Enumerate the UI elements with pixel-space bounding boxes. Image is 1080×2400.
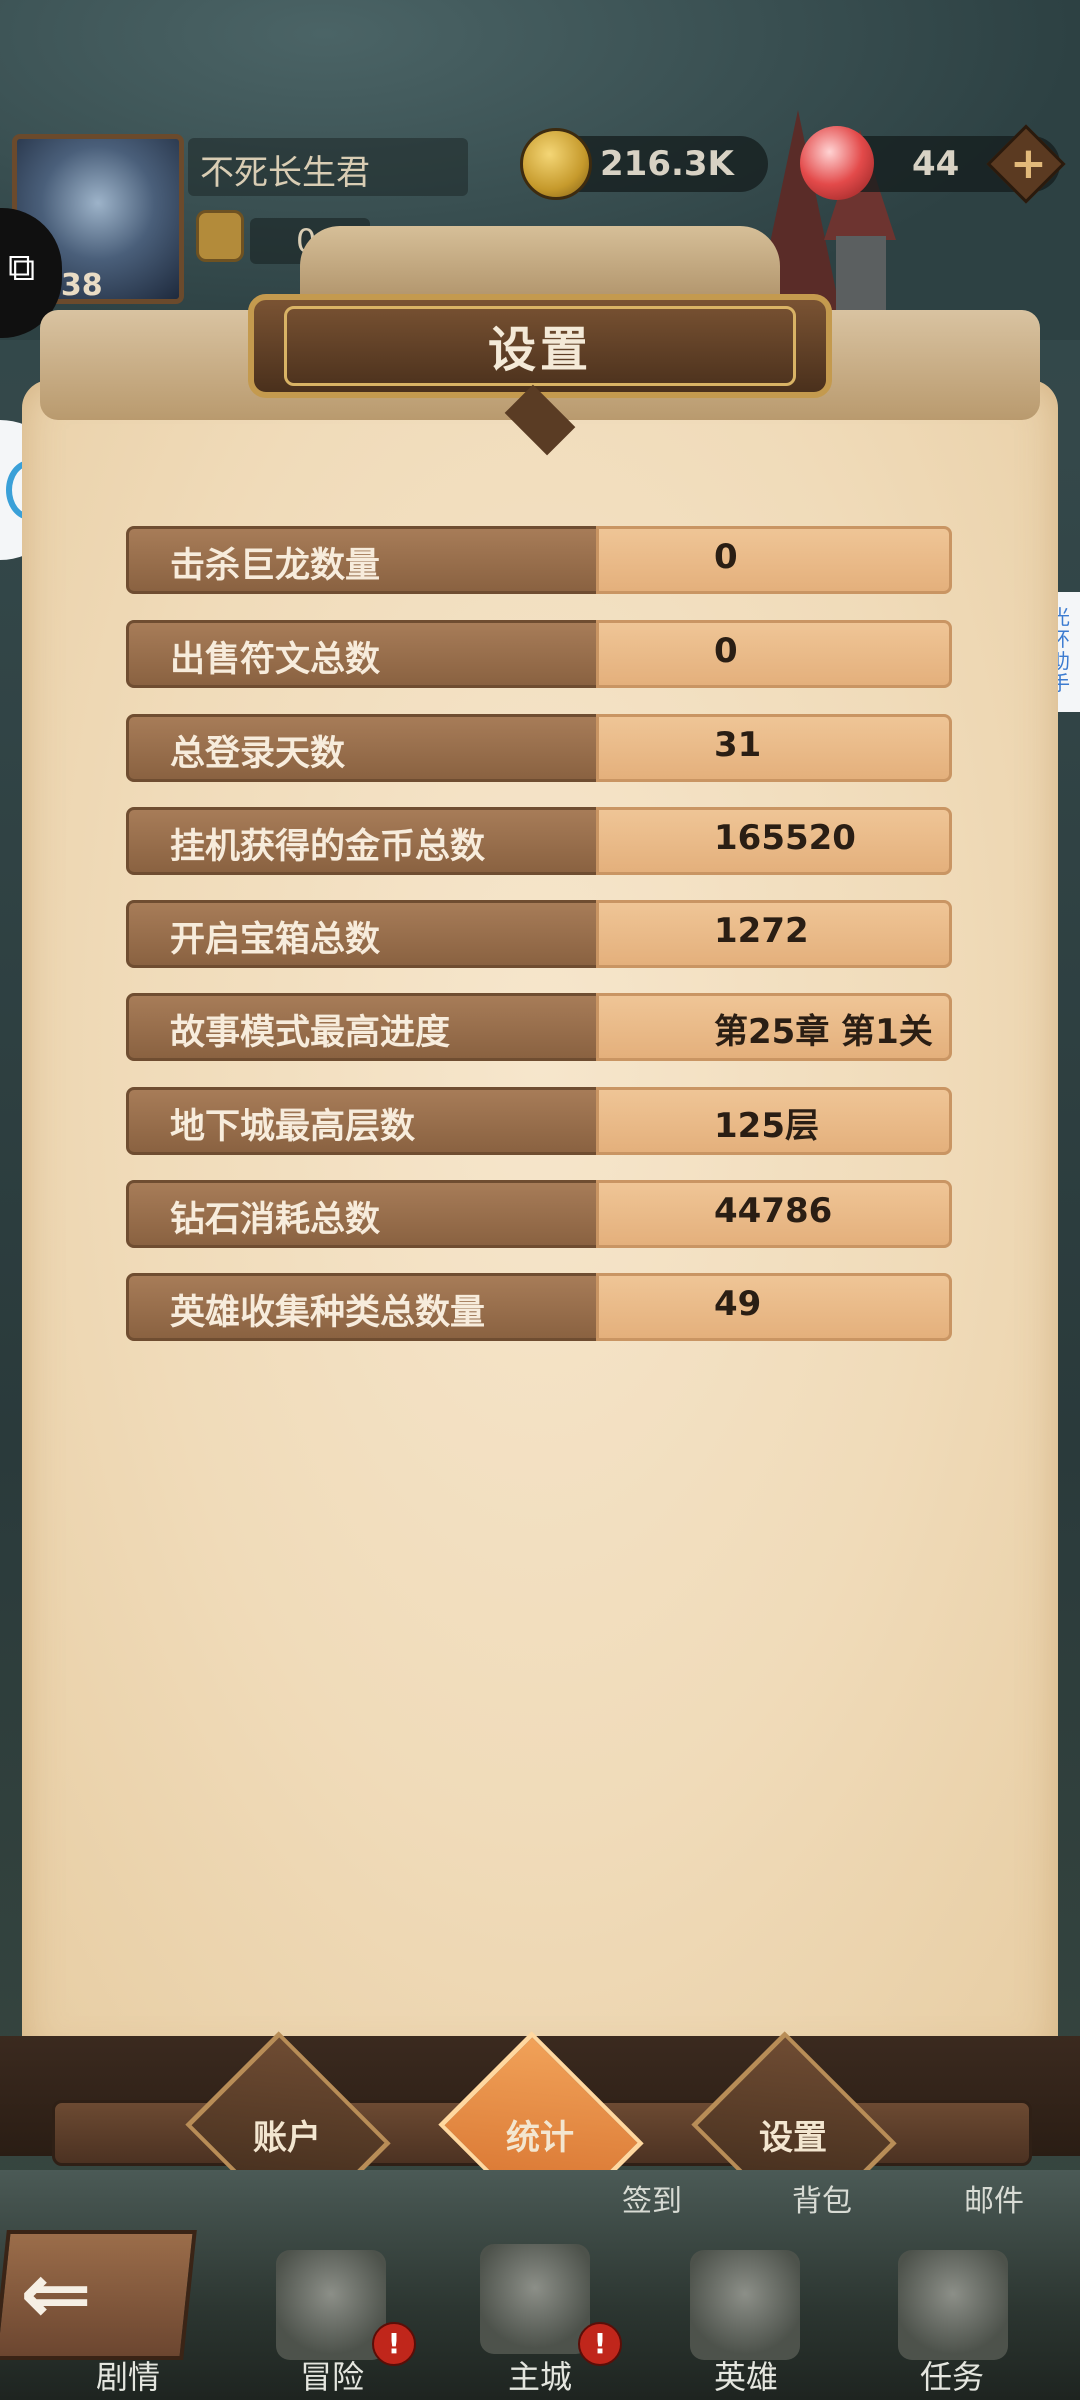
tab-label: 统计 [506, 2118, 574, 2158]
stat-value-background [596, 620, 952, 688]
stat-value: 165520 [714, 818, 856, 858]
plus-icon: + [1010, 138, 1047, 189]
page-title: 设置 [487, 322, 592, 378]
stat-row: 开启宝箱总数 1272 [126, 900, 952, 968]
stat-value: 0 [714, 537, 738, 577]
gold-amount: 216.3K [600, 144, 734, 184]
stat-row: 地下城最高层数 125层 [126, 1087, 952, 1155]
stat-value: 0 [714, 631, 738, 671]
knight-helmet-icon[interactable] [690, 2250, 800, 2360]
nav-heroes[interactable]: 英雄 [686, 2352, 806, 2398]
gem-amount: 44 [912, 144, 960, 184]
stat-row: 出售符文总数 0 [126, 620, 952, 688]
tab-statistics[interactable]: 统计 [425, 2031, 655, 2237]
stat-label: 击杀巨龙数量 [170, 546, 381, 586]
castle-icon[interactable] [480, 2244, 590, 2354]
stat-value: 第25章 第1关 [714, 1012, 933, 1052]
stat-label: 挂机获得的金币总数 [170, 827, 486, 867]
stat-row: 总登录天数 31 [126, 714, 952, 782]
gold-coin-icon [520, 128, 592, 200]
tab-account[interactable]: 账户 [172, 2031, 402, 2237]
puzzle-icon: ⧉ [8, 245, 36, 289]
stat-label: 钻石消耗总数 [170, 1200, 381, 1240]
player-name: 不死长生君 [200, 153, 370, 193]
stat-label: 地下城最高层数 [170, 1107, 416, 1147]
stat-value: 125层 [714, 1106, 819, 1146]
stat-row: 英雄收集种类总数量 49 [126, 1273, 952, 1341]
stat-value: 1272 [714, 911, 809, 951]
stat-row: 击杀巨龙数量 0 [126, 526, 952, 594]
tab-label: 账户 [253, 2118, 321, 2158]
gem-icon [800, 126, 874, 200]
nav-quests[interactable]: 任务 [892, 2352, 1012, 2398]
stat-row: 钻石消耗总数 44786 [126, 1180, 952, 1248]
stat-label: 故事模式最高进度 [170, 1013, 451, 1053]
stat-row: 故事模式最高进度 第25章 第1关 [126, 993, 952, 1061]
scroll-icon[interactable] [898, 2250, 1008, 2360]
mail-label[interactable]: 邮件 [964, 2176, 1024, 2220]
backpack-label[interactable]: 背包 [792, 2176, 852, 2220]
stat-row: 挂机获得的金币总数 165520 [126, 807, 952, 875]
stat-value-background [596, 1273, 952, 1341]
back-arrow-icon: ⇐ [20, 2244, 93, 2344]
nav-story[interactable]: 剧情 [68, 2352, 188, 2398]
crossed-swords-icon[interactable] [276, 2250, 386, 2360]
stat-value-background [596, 526, 952, 594]
stat-value: 44786 [714, 1191, 833, 1231]
stat-label: 出售符文总数 [170, 640, 381, 680]
tab-label: 设置 [759, 2118, 827, 2158]
castle-tower-decoration [836, 236, 886, 316]
glove-icon [196, 210, 244, 262]
tab-settings[interactable]: 设置 [678, 2031, 908, 2237]
checkin-label[interactable]: 签到 [622, 2176, 682, 2220]
stat-label: 总登录天数 [170, 734, 346, 774]
stat-label: 英雄收集种类总数量 [170, 1293, 486, 1333]
nav-adventure[interactable]: 冒险 [272, 2352, 392, 2398]
stat-label: 开启宝箱总数 [170, 920, 381, 960]
stat-value: 49 [714, 1284, 762, 1324]
stat-value-background [596, 714, 952, 782]
stat-value: 31 [714, 725, 762, 765]
nav-main-city[interactable]: 主城 [480, 2352, 600, 2398]
